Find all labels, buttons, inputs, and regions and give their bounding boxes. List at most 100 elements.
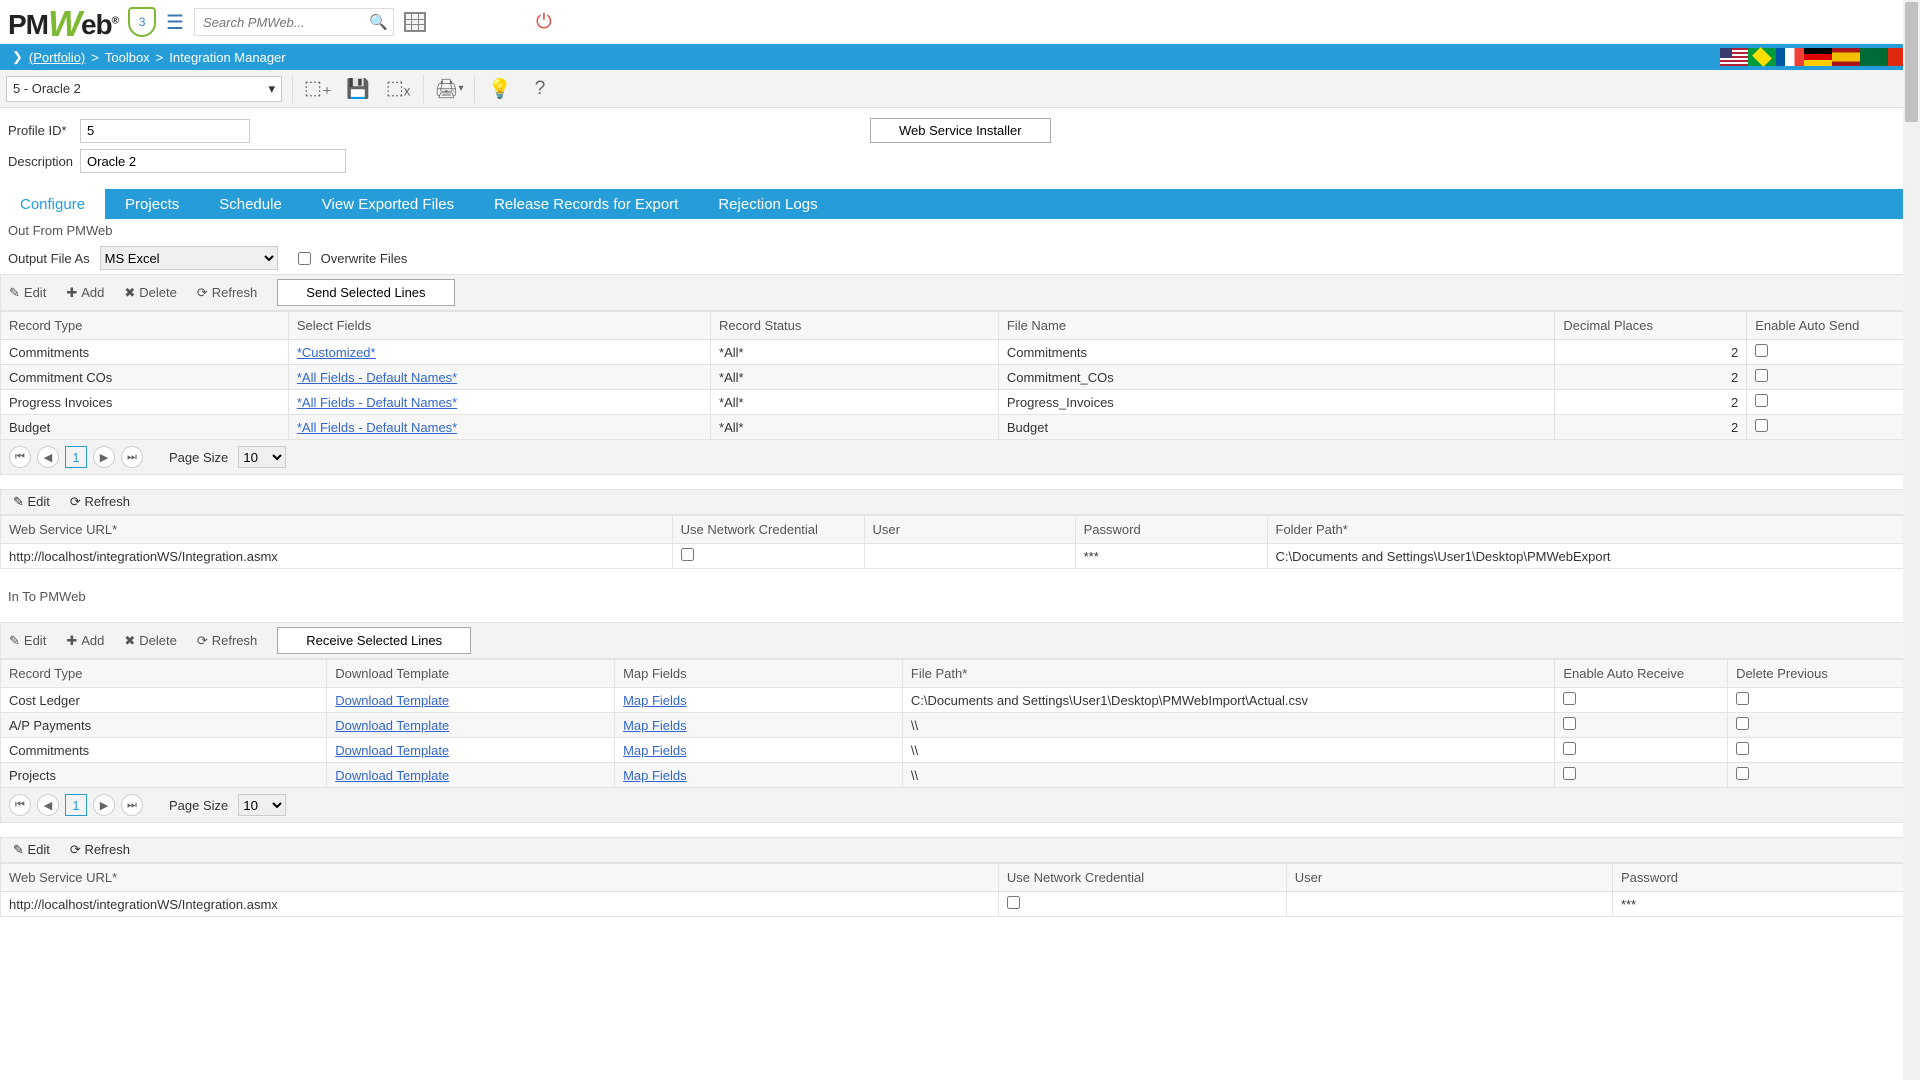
flag-fr[interactable] xyxy=(1776,48,1804,66)
out-add-button[interactable]: ✚ Add xyxy=(66,285,104,301)
send-lines-button[interactable]: Send Selected Lines xyxy=(277,279,454,306)
in-col-autoreceive[interactable]: Enable Auto Receive xyxy=(1555,660,1728,688)
select-fields-link[interactable]: *Customized* xyxy=(297,345,376,360)
select-fields-link[interactable]: *All Fields - Default Names* xyxy=(297,420,457,435)
record-selector[interactable]: 5 - Oracle 2▾ xyxy=(6,76,282,102)
search-icon[interactable]: 🔍 xyxy=(369,13,388,31)
tab-configure[interactable]: Configure xyxy=(0,189,105,219)
bulb-icon[interactable]: 💡 xyxy=(485,74,515,104)
flag-us[interactable] xyxy=(1720,48,1748,66)
in-pg-first[interactable]: ⏮ xyxy=(9,794,31,816)
table-row[interactable]: Cost LedgerDownload TemplateMap FieldsC:… xyxy=(1,688,1920,713)
ws-in-cred-checkbox[interactable] xyxy=(1007,896,1020,909)
flag-de[interactable] xyxy=(1804,48,1832,66)
in-col-filepath[interactable]: File Path* xyxy=(902,660,1554,688)
flag-sa[interactable] xyxy=(1860,48,1888,66)
autosend-checkbox[interactable] xyxy=(1755,419,1768,432)
out-pagesize-select[interactable]: 10 xyxy=(238,446,286,468)
table-row[interactable]: http://localhost/integrationWS/Integrati… xyxy=(1,544,1920,569)
select-fields-link[interactable]: *All Fields - Default Names* xyxy=(297,395,457,410)
download-template-link[interactable]: Download Template xyxy=(335,693,449,708)
table-row[interactable]: Commitment COs*All Fields - Default Name… xyxy=(1,365,1920,390)
deleteprev-checkbox[interactable] xyxy=(1736,692,1749,705)
autosend-checkbox[interactable] xyxy=(1755,369,1768,382)
profile-id-input[interactable] xyxy=(80,119,250,143)
out-col-status[interactable]: Record Status xyxy=(711,312,999,340)
in-ws-edit[interactable]: ✎ Edit xyxy=(13,842,50,858)
power-icon[interactable]: ⏻ xyxy=(536,11,552,34)
in-ws-refresh[interactable]: ⟳ Refresh xyxy=(70,842,130,858)
receive-lines-button[interactable]: Receive Selected Lines xyxy=(277,627,471,654)
description-input[interactable] xyxy=(80,149,346,173)
autoreceive-checkbox[interactable] xyxy=(1563,717,1576,730)
out-ws-edit[interactable]: ✎ Edit xyxy=(13,494,50,510)
out-col-filename[interactable]: File Name xyxy=(998,312,1555,340)
in-pg-next[interactable]: ▶ xyxy=(93,794,115,816)
deleteprev-checkbox[interactable] xyxy=(1736,767,1749,780)
print-icon[interactable]: 🖨 ▾ xyxy=(434,74,464,104)
download-template-link[interactable]: Download Template xyxy=(335,718,449,733)
out-pg-next[interactable]: ▶ xyxy=(93,446,115,468)
out-col-autosend[interactable]: Enable Auto Send xyxy=(1747,312,1920,340)
delete-icon[interactable]: ⬚ₓ xyxy=(383,74,413,104)
flag-es[interactable] xyxy=(1832,48,1860,66)
out-pg-first[interactable]: ⏮ xyxy=(9,446,31,468)
search-input[interactable] xyxy=(194,8,394,36)
autosend-checkbox[interactable] xyxy=(1755,394,1768,407)
in-col-mapfields[interactable]: Map Fields xyxy=(615,660,903,688)
in-pg-prev[interactable]: ◀ xyxy=(37,794,59,816)
ws-out-cred-checkbox[interactable] xyxy=(681,548,694,561)
download-template-link[interactable]: Download Template xyxy=(335,768,449,783)
in-col-recordtype[interactable]: Record Type xyxy=(1,660,327,688)
map-fields-link[interactable]: Map Fields xyxy=(623,693,687,708)
ws-installer-button[interactable]: Web Service Installer xyxy=(870,118,1051,143)
in-pagesize-select[interactable]: 10 xyxy=(238,794,286,816)
help-icon[interactable]: ? xyxy=(525,74,555,104)
out-col-decimal[interactable]: Decimal Places xyxy=(1555,312,1747,340)
table-row[interactable]: CommitmentsDownload TemplateMap Fields\\ xyxy=(1,738,1920,763)
table-row[interactable]: Budget*All Fields - Default Names**All*B… xyxy=(1,415,1920,440)
apps-icon[interactable] xyxy=(404,12,426,32)
out-refresh-button[interactable]: ⟳ Refresh xyxy=(197,285,257,301)
table-row[interactable]: ProjectsDownload TemplateMap Fields\\ xyxy=(1,763,1920,788)
shield-badge[interactable]: 3 xyxy=(128,7,156,37)
deleteprev-checkbox[interactable] xyxy=(1736,717,1749,730)
output-as-select[interactable]: MS Excel xyxy=(100,246,278,270)
table-row[interactable]: Commitments*Customized**All*Commitments2 xyxy=(1,340,1920,365)
autoreceive-checkbox[interactable] xyxy=(1563,767,1576,780)
out-delete-button[interactable]: ✖ Delete xyxy=(124,285,176,301)
breadcrumb-portfolio[interactable]: (Portfolio) xyxy=(29,50,85,65)
out-edit-button[interactable]: ✎ Edit xyxy=(9,285,46,301)
tab-rejection-logs[interactable]: Rejection Logs xyxy=(698,189,837,219)
deleteprev-checkbox[interactable] xyxy=(1736,742,1749,755)
in-col-deleteprev[interactable]: Delete Previous xyxy=(1728,660,1920,688)
table-row[interactable]: A/P PaymentsDownload TemplateMap Fields\… xyxy=(1,713,1920,738)
autosend-checkbox[interactable] xyxy=(1755,344,1768,357)
vertical-scrollbar[interactable] xyxy=(1903,0,1920,1080)
breadcrumb-toolbox[interactable]: Toolbox xyxy=(105,50,150,65)
new-icon[interactable]: ⬚₊ xyxy=(303,74,333,104)
in-col-download[interactable]: Download Template xyxy=(327,660,615,688)
out-col-selectfields[interactable]: Select Fields xyxy=(288,312,710,340)
map-fields-link[interactable]: Map Fields xyxy=(623,768,687,783)
table-row[interactable]: Progress Invoices*All Fields - Default N… xyxy=(1,390,1920,415)
tab-projects[interactable]: Projects xyxy=(105,189,199,219)
in-refresh-button[interactable]: ⟳ Refresh xyxy=(197,633,257,649)
table-row[interactable]: http://localhost/integrationWS/Integrati… xyxy=(1,892,1920,917)
tab-view-exported[interactable]: View Exported Files xyxy=(302,189,474,219)
in-edit-button[interactable]: ✎ Edit xyxy=(9,633,46,649)
out-col-recordtype[interactable]: Record Type xyxy=(1,312,289,340)
select-fields-link[interactable]: *All Fields - Default Names* xyxy=(297,370,457,385)
out-pg-prev[interactable]: ◀ xyxy=(37,446,59,468)
out-pg-last[interactable]: ⏭ xyxy=(121,446,143,468)
flag-br[interactable] xyxy=(1748,48,1776,66)
map-fields-link[interactable]: Map Fields xyxy=(623,718,687,733)
tab-release-records[interactable]: Release Records for Export xyxy=(474,189,698,219)
in-pg-last[interactable]: ⏭ xyxy=(121,794,143,816)
tab-schedule[interactable]: Schedule xyxy=(199,189,302,219)
overwrite-checkbox[interactable] xyxy=(298,252,311,265)
download-template-link[interactable]: Download Template xyxy=(335,743,449,758)
hamburger-icon[interactable]: ☰ xyxy=(166,10,184,35)
in-add-button[interactable]: ✚ Add xyxy=(66,633,104,649)
autoreceive-checkbox[interactable] xyxy=(1563,742,1576,755)
